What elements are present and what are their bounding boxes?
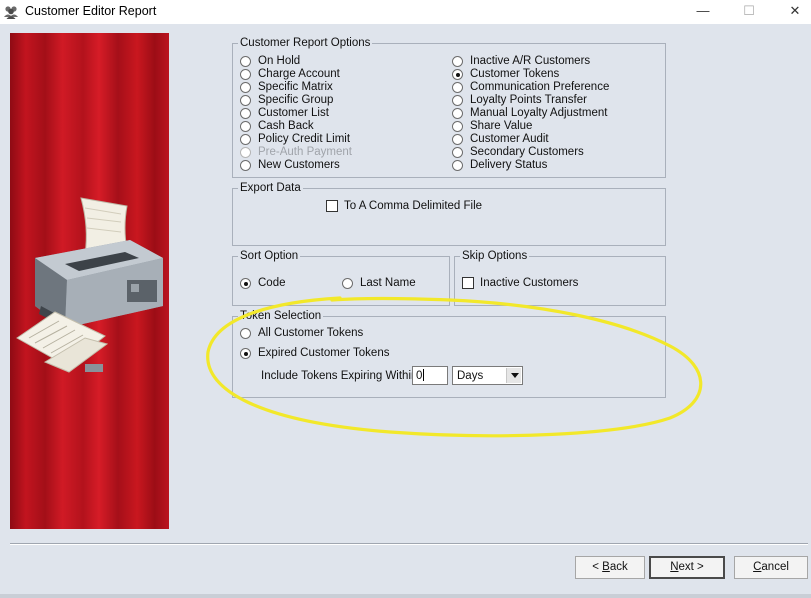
radio-indicator[interactable] (240, 95, 251, 106)
window-title: Customer Editor Report (25, 4, 157, 18)
radio-indicator[interactable] (240, 278, 251, 289)
expiring-within-input[interactable]: 0 (412, 366, 448, 385)
report-option-label: Inactive A/R Customers (470, 55, 591, 67)
people-icon (4, 6, 18, 19)
radio-indicator[interactable] (452, 95, 463, 106)
close-button[interactable]: ✕ (772, 0, 811, 24)
radio-indicator[interactable] (452, 108, 463, 119)
report-option-label: Communication Preference (470, 81, 610, 93)
text-caret (423, 369, 425, 381)
next-button-accel: N (670, 561, 679, 573)
radio-indicator[interactable] (240, 121, 251, 132)
sort-last-name-label: Last Name (360, 277, 416, 289)
customer-report-options-legend: Customer Report Options (240, 37, 371, 49)
report-option-label: Policy Credit Limit (258, 133, 351, 145)
radio-indicator[interactable] (452, 82, 463, 93)
all-customer-tokens-label: All Customer Tokens (258, 327, 364, 339)
report-option-label: Cash Back (258, 120, 314, 132)
report-option-label: Customer Tokens (470, 68, 560, 80)
report-option-label: On Hold (258, 55, 301, 67)
next-button[interactable]: Next > (649, 556, 725, 579)
radio-indicator[interactable] (240, 69, 251, 80)
period-dropdown[interactable]: Days (452, 366, 523, 385)
radio-indicator[interactable] (452, 121, 463, 132)
chevron-down-icon[interactable] (506, 368, 521, 383)
radio-indicator[interactable] (240, 82, 251, 93)
cancel-button-label: ancel (761, 561, 789, 573)
radio-indicator[interactable] (240, 328, 251, 339)
radio-indicator[interactable] (452, 160, 463, 171)
report-option-label: Charge Account (258, 68, 340, 80)
radio-indicator[interactable] (240, 56, 251, 67)
report-option-label: New Customers (258, 159, 340, 171)
sort-code-label: Code (258, 277, 286, 289)
radio-indicator[interactable] (452, 147, 463, 158)
skip-options-legend: Skip Options (462, 250, 528, 262)
report-option-label: Pre-Auth Payment (258, 146, 352, 158)
report-option-label: Secondary Customers (470, 146, 584, 158)
footer-separator (10, 543, 808, 545)
radio-indicator[interactable] (240, 160, 251, 171)
expired-customer-tokens-label: Expired Customer Tokens (258, 347, 390, 359)
report-option-label: Specific Matrix (258, 81, 333, 93)
report-option-label: Customer Audit (470, 133, 549, 145)
report-option-label: Loyalty Points Transfer (470, 94, 587, 106)
checkbox-box[interactable] (462, 277, 474, 289)
next-button-label: ext > (678, 561, 704, 573)
side-banner (10, 33, 169, 529)
report-option-label: Delivery Status (470, 159, 548, 171)
include-tokens-label: Include Tokens Expiring Within (261, 370, 418, 382)
export-data-legend: Export Data (240, 182, 301, 194)
title-bar: Customer Editor Report — ☐ ✕ (0, 0, 811, 24)
period-dropdown-value: Days (457, 370, 484, 382)
radio-indicator[interactable] (240, 134, 251, 145)
report-option-label: Share Value (470, 120, 533, 132)
skip-inactive-label: Inactive Customers (480, 277, 579, 289)
cancel-button[interactable]: Cancel (734, 556, 808, 579)
radio-indicator (240, 147, 251, 158)
expiring-within-value: 0 (416, 370, 423, 382)
back-button[interactable]: < Back (575, 556, 645, 579)
printer-icon (16, 197, 163, 373)
radio-indicator[interactable] (240, 108, 251, 119)
report-option-label: Specific Group (258, 94, 334, 106)
report-option-label: Manual Loyalty Adjustment (470, 107, 608, 119)
sort-option-legend: Sort Option (240, 250, 299, 262)
report-option-label: Customer List (258, 107, 329, 119)
export-data-group: Export Data (232, 182, 666, 246)
window-bottom-edge (0, 594, 811, 598)
radio-indicator[interactable] (240, 348, 251, 359)
radio-indicator[interactable] (342, 278, 353, 289)
minimize-button[interactable]: — (680, 0, 726, 24)
checkbox-box[interactable] (326, 200, 338, 212)
back-button-label: ack (609, 561, 628, 573)
maximize-button[interactable]: ☐ (726, 0, 772, 24)
token-selection-legend: Token Selection (240, 310, 322, 322)
radio-indicator[interactable] (452, 56, 463, 67)
back-button-accel: B (602, 561, 610, 573)
radio-indicator[interactable] (452, 69, 463, 80)
radio-indicator[interactable] (452, 134, 463, 145)
back-button-prefix: < (592, 561, 603, 573)
comma-delimited-label: To A Comma Delimited File (344, 200, 483, 212)
